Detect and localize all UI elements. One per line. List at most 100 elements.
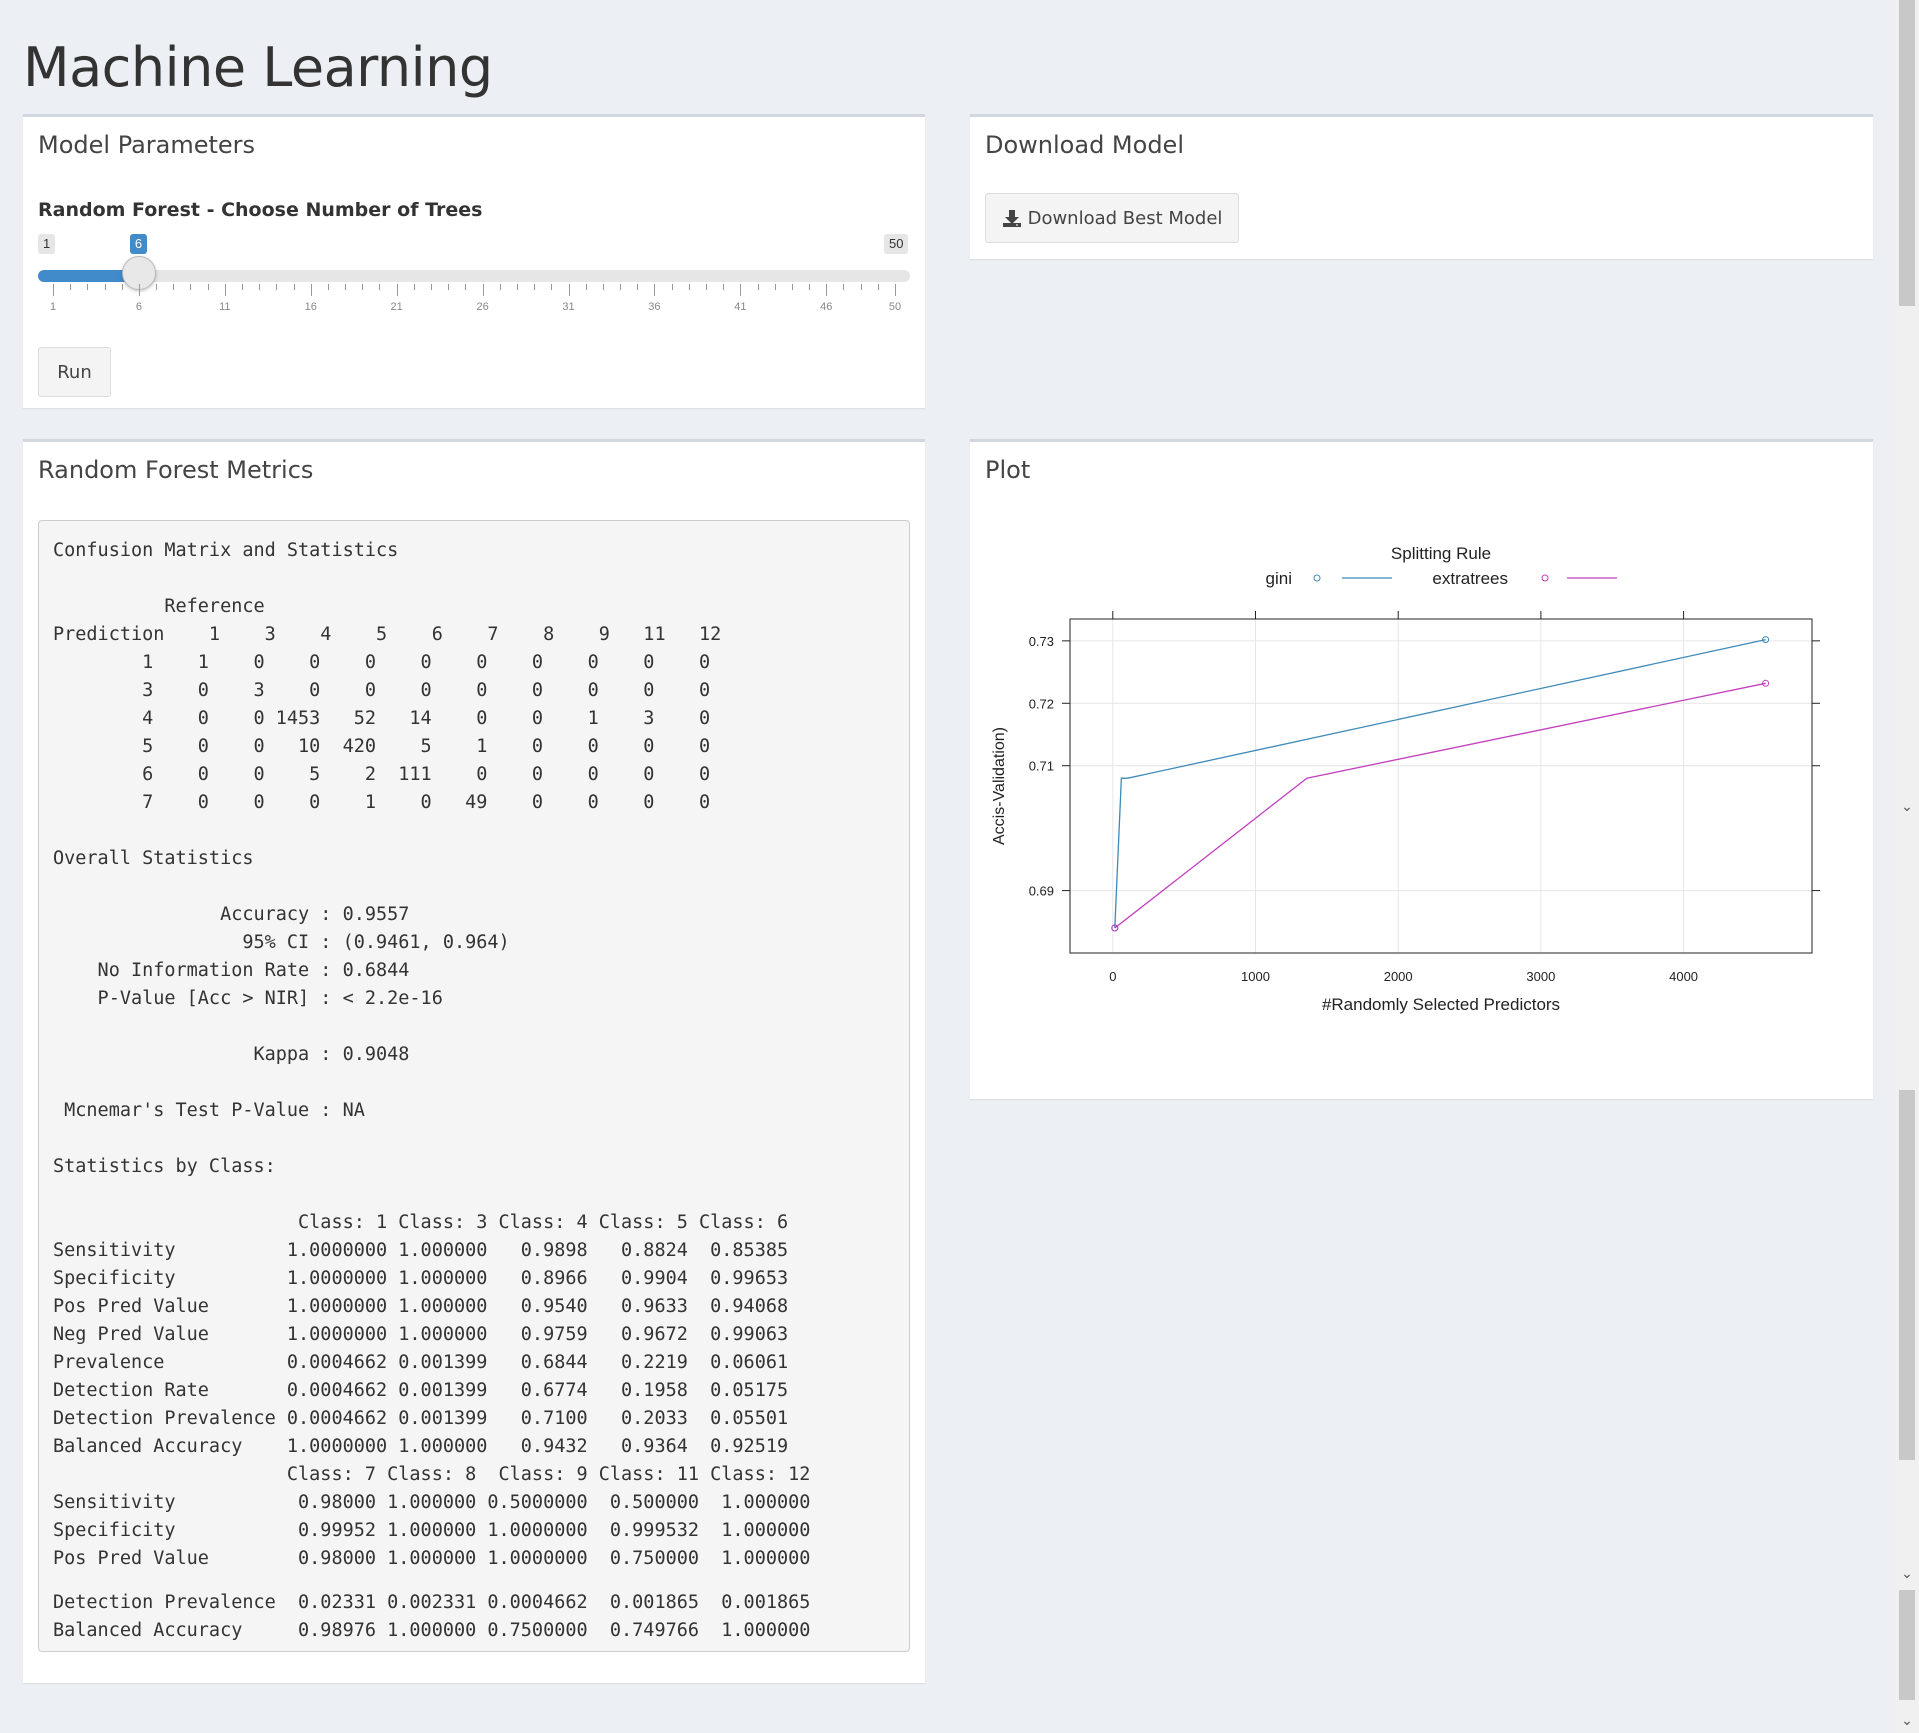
slider-tick-label: 26 (476, 301, 489, 313)
slider-tick-label: 50 (888, 301, 902, 313)
slider-tick (843, 284, 845, 290)
slider-value-badge: 6 (129, 234, 148, 254)
slider-tick (620, 284, 622, 290)
legend-label: gini (1266, 569, 1292, 588)
slider-tick (809, 284, 811, 290)
slider-tick (448, 284, 450, 290)
slider-tick (877, 284, 879, 290)
slider-tick (895, 284, 896, 296)
slider-tick (259, 284, 261, 290)
slider-tick-label: 16 (304, 301, 317, 313)
trees-slider-label: Random Forest - Choose Number of Trees (38, 199, 483, 221)
slider-tick (740, 284, 742, 296)
slider-tick-label: 6 (135, 301, 142, 313)
random-forest-metrics-box: Random Forest Metrics Confusion Matrix a… (23, 439, 925, 1683)
slider-tick (774, 284, 776, 290)
slider-tick (705, 284, 707, 290)
slider-tick (293, 284, 295, 290)
download-button-label: Download Best Model (1027, 207, 1223, 229)
scrollbar-thumb[interactable] (1899, 1090, 1915, 1460)
plot-title: Plot (985, 456, 1031, 484)
run-button[interactable]: Run (38, 347, 111, 397)
slider-tick (121, 284, 123, 290)
slider-tick (585, 284, 587, 290)
model-parameters-box: Model Parameters Random Forest - Choose … (23, 114, 925, 408)
download-best-model-button[interactable]: Download Best Model (985, 193, 1239, 243)
slider-tick (723, 284, 725, 290)
slider-tick (413, 284, 415, 290)
slider-tick-label: 31 (562, 301, 575, 313)
slider-tick (654, 284, 656, 296)
page-scrollbar[interactable]: ⌄ ⌄ ⌄ (1895, 0, 1919, 1733)
legend-label: extratrees (1432, 569, 1508, 588)
slider-tick (87, 284, 89, 290)
slider-tick (465, 284, 467, 290)
slider-tick (379, 284, 381, 290)
slider-tick (173, 284, 175, 290)
slider-tick (156, 284, 158, 290)
scroll-end-arrow-icon[interactable]: ⌄ (1895, 1712, 1919, 1729)
legend-marker (1541, 574, 1549, 582)
slider-tick (70, 284, 72, 290)
metrics-output[interactable]: Confusion Matrix and Statistics Referenc… (38, 520, 910, 1652)
slider-tick (637, 284, 639, 290)
slider-tick-label: 21 (390, 301, 403, 313)
slider-tick (791, 284, 793, 290)
slider-tick (688, 284, 690, 290)
plot-frame (1069, 618, 1813, 954)
page-title: Machine Learning (23, 36, 493, 99)
x-tick-label: 4000 (1669, 969, 1698, 984)
metrics-title: Random Forest Metrics (38, 456, 314, 484)
slider-tick (757, 284, 759, 290)
slider-min-badge: 1 (38, 234, 56, 254)
slider-tick-label: 11 (219, 301, 231, 313)
scroll-down-arrow-icon-2[interactable]: ⌄ (1895, 1565, 1919, 1582)
x-tick-label: 1000 (1241, 969, 1270, 984)
slider-tick (345, 284, 347, 290)
x-axis-label: #Randomly Selected Predictors (1322, 995, 1560, 1014)
slider-tick-label: 36 (648, 301, 661, 313)
slider-tick (327, 284, 329, 290)
slider-tick-label: 46 (820, 301, 833, 313)
slider-tick (499, 284, 501, 290)
scrollbar-thumb-bottom[interactable] (1899, 1590, 1915, 1700)
metrics-output-text: Confusion Matrix and Statistics Referenc… (53, 540, 811, 1569)
model-parameters-title: Model Parameters (38, 131, 256, 159)
slider-tick (860, 284, 862, 290)
y-tick-label: 0.71 (1029, 759, 1054, 774)
y-tick-label: 0.72 (1029, 696, 1054, 711)
slider-tick-label: 1 (49, 301, 57, 313)
slider-tick-label: 41 (734, 301, 747, 313)
slider-tick (310, 284, 312, 296)
scroll-down-arrow-icon[interactable]: ⌄ (1895, 798, 1919, 815)
slider-tick (482, 284, 484, 296)
slider-tick (826, 284, 828, 296)
download-model-title: Download Model (985, 131, 1184, 159)
slider-tick (104, 284, 106, 290)
download-icon (1002, 210, 1021, 227)
legend-title: Splitting Rule (1391, 544, 1491, 563)
x-tick-label: 2000 (1384, 969, 1413, 984)
x-tick-label: 3000 (1526, 969, 1555, 984)
legend-marker (1313, 574, 1321, 582)
series-line-gini (1114, 638, 1766, 929)
metrics-output-tail: Detection Prevalence 0.02331 0.002331 0.… (53, 1592, 811, 1641)
slider-tick (276, 284, 278, 290)
scrollbar-thumb-top[interactable] (1899, 0, 1915, 306)
slider-tick (534, 284, 536, 290)
slider-tick (190, 284, 192, 290)
slider-tick (568, 284, 570, 296)
model-plot: 0 1000 2000 3000 4000 0.69 0.71 0.72 0.73 #Random… (991, 544, 1820, 1014)
trees-slider-track[interactable] (38, 270, 910, 282)
series-line-extratrees (1114, 682, 1766, 929)
y-tick-label: 0.73 (1029, 634, 1054, 649)
slider-tick (516, 284, 518, 290)
slider-tick (431, 284, 433, 290)
y-tick-label: 0.69 (1029, 884, 1054, 899)
slider-tick (602, 284, 604, 290)
y-axis-label: Accis-Validation) (991, 727, 1008, 845)
slider-max-badge: 50 (884, 234, 909, 254)
plot-box: Plot 0 1000 2000 3000 4000 0.69 0.71 0.72 0.73 #R… (970, 439, 1873, 1099)
x-tick-label: 0 (1109, 969, 1116, 984)
slider-tick (138, 284, 140, 296)
